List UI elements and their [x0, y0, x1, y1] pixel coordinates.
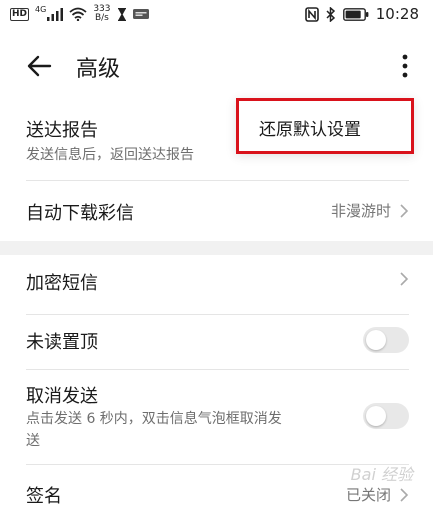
network-type-label: 4G [35, 4, 47, 14]
chevron-right-icon [400, 272, 409, 286]
restore-defaults-menu-item[interactable]: 还原默认设置 [259, 115, 361, 140]
setting-value-group [399, 271, 409, 287]
toggle-knob [366, 406, 386, 426]
setting-pin-unread[interactable]: 未读置顶 [0, 315, 433, 369]
back-arrow-icon[interactable] [24, 50, 56, 82]
setting-subtitle-line2: 送 [26, 433, 40, 449]
setting-value: 已关闭 [345, 486, 391, 504]
chevron-right-icon [400, 203, 409, 218]
setting-encrypt-sms[interactable]: 加密短信 [0, 255, 433, 315]
setting-title: 送达报告 [26, 120, 98, 141]
setting-value-group: 非漫游时 [331, 200, 409, 221]
status-bar-right: 10:28 [304, 5, 419, 23]
setting-title: 自动下载彩信 [26, 203, 134, 224]
setting-title: 取消发送 [26, 386, 98, 407]
pin-unread-toggle[interactable] [363, 327, 409, 353]
bluetooth-icon [326, 6, 335, 22]
setting-title: 签名 [26, 486, 62, 505]
cellular-signal-icon [47, 7, 64, 21]
battery-icon [342, 7, 369, 21]
hd-badge: HD [10, 7, 30, 21]
app-bar: 高级 [0, 40, 433, 94]
nfc-icon [304, 6, 319, 22]
wifi-icon [69, 7, 87, 21]
setting-value-group: 已关闭 [346, 484, 409, 505]
status-bar: HD 4G 333 B/s 10:28 [0, 0, 433, 30]
hourglass-icon [117, 7, 126, 21]
setting-title: 未读置顶 [26, 332, 98, 353]
section-separator [0, 241, 433, 255]
more-options-icon[interactable] [395, 50, 415, 82]
setting-auto-download-mms[interactable]: 自动下载彩信 非漫游时 [0, 181, 433, 239]
cancel-send-toggle[interactable] [363, 403, 409, 429]
setting-subtitle: 发送信息后，返回送达报告 [26, 147, 194, 163]
page-title: 高级 [76, 57, 121, 82]
setting-title: 加密短信 [26, 273, 98, 294]
overflow-popup-menu: 还原默认设置 [236, 98, 414, 154]
toggle-knob [366, 330, 386, 350]
clock: 10:28 [375, 5, 419, 23]
network-speed: 333 B/s [93, 5, 110, 23]
chevron-right-icon [400, 487, 409, 502]
setting-cancel-send[interactable]: 取消发送 点击发送 6 秒内，双击信息气泡框取消发 送 [0, 370, 433, 462]
status-bar-left: HD 4G 333 B/s [10, 5, 149, 23]
watermark: Bai 经验 [350, 465, 413, 484]
setting-value: 非漫游时 [330, 202, 391, 220]
setting-subtitle-line1: 点击发送 6 秒内，双击信息气泡框取消发 [26, 411, 282, 427]
network-speed-unit: B/s [94, 13, 109, 23]
notification-app-icon [132, 9, 149, 19]
